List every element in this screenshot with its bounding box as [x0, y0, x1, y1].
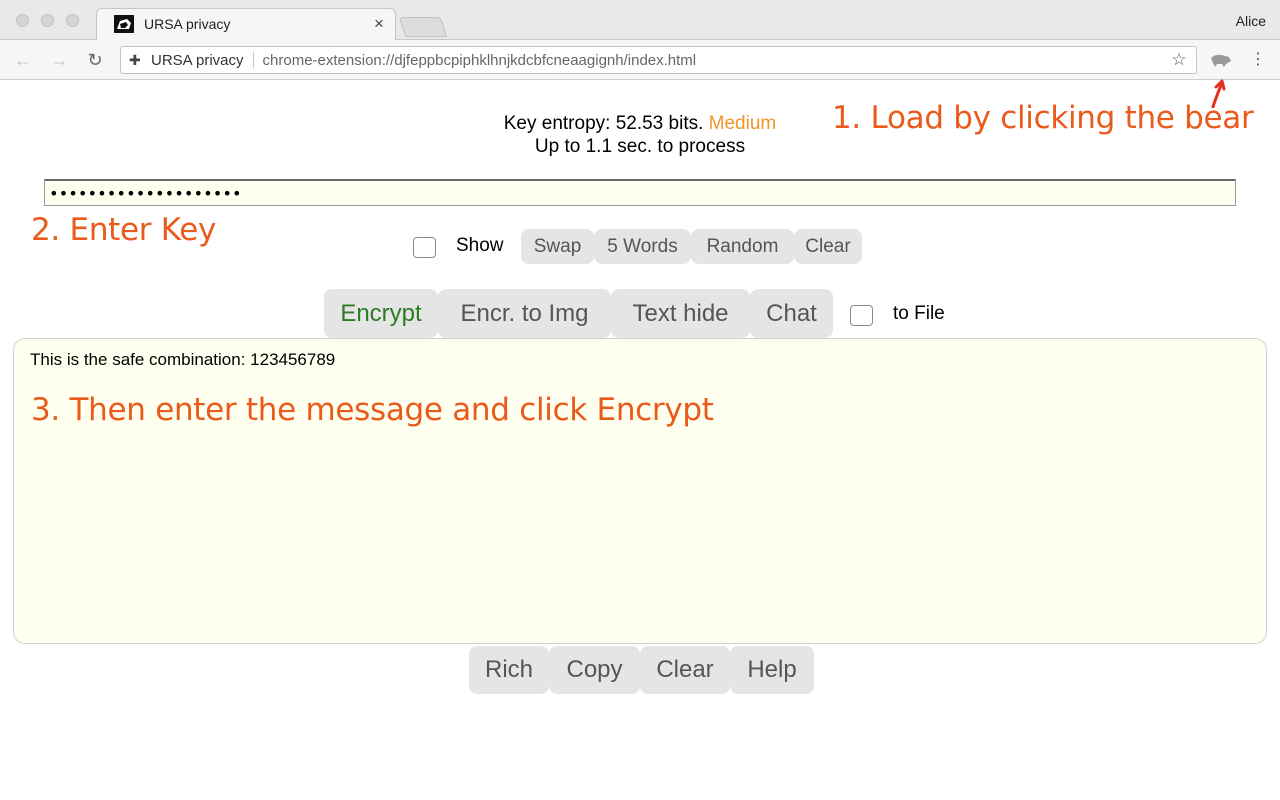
annotation-step-2: 2. Enter Key [31, 212, 217, 248]
five-words-button[interactable]: 5 Words [594, 229, 691, 264]
copy-button[interactable]: Copy [549, 646, 640, 694]
reload-icon[interactable]: ↻ [84, 49, 106, 71]
kebab-menu-icon[interactable]: ⋮ [1250, 49, 1266, 71]
address-separator [252, 52, 254, 68]
browser-titlebar: URSA privacy × Alice [0, 0, 1280, 41]
rich-button[interactable]: Rich [469, 646, 549, 694]
random-button[interactable]: Random [691, 229, 794, 264]
message-text: This is the safe combination: 123456789 [30, 350, 336, 369]
address-url[interactable]: chrome-extension://djfeppbcpiphklhnjkdcb… [263, 52, 1168, 69]
tab-close-icon[interactable]: × [370, 14, 388, 34]
puzzle-icon: ✚ [129, 51, 141, 68]
entropy-line: Key entropy: 52.53 bits. Medium [420, 112, 860, 135]
bear-favicon-icon [114, 15, 134, 33]
clear-key-button[interactable]: Clear [794, 229, 862, 264]
key-entropy-info: Key entropy: 52.53 bits. Medium Up to 1.… [420, 112, 860, 158]
bookmark-star-icon[interactable]: ☆ [1168, 50, 1190, 70]
entropy-text: Key entropy: 52.53 bits. [503, 113, 704, 134]
bear-extension-icon[interactable] [1209, 52, 1233, 68]
chat-button[interactable]: Chat [750, 289, 833, 338]
browser-toolbar: ← → ↻ ✚ URSA privacy chrome-extension://… [0, 40, 1280, 80]
back-arrow-icon[interactable]: ← [12, 49, 34, 71]
swap-button[interactable]: Swap [521, 229, 594, 264]
entropy-level: Medium [708, 113, 777, 134]
new-tab-button[interactable] [398, 17, 448, 37]
window-minimize-button[interactable] [41, 14, 54, 27]
process-time-text: Up to 1.1 sec. to process [534, 136, 746, 157]
show-key-checkbox[interactable] [413, 237, 436, 258]
to-file-label: to File [893, 303, 945, 324]
message-textarea[interactable] [13, 338, 1267, 644]
window-close-button[interactable] [16, 14, 29, 27]
show-key-label: Show [456, 235, 504, 256]
text-hide-button[interactable]: Text hide [611, 289, 750, 338]
browser-tab-content: URSA privacy × [112, 8, 392, 40]
annotation-step-1: 1. Load by clicking the bear [832, 100, 1254, 136]
key-input[interactable] [44, 179, 1236, 206]
to-file-checkbox[interactable] [850, 305, 873, 326]
clear-message-button[interactable]: Clear [640, 646, 730, 694]
address-site-name: URSA privacy [151, 51, 244, 69]
annotation-step-3: 3. Then enter the message and click Encr… [31, 392, 714, 428]
address-bar[interactable]: ✚ URSA privacy chrome-extension://djfepp… [120, 46, 1197, 74]
forward-arrow-icon[interactable]: → [48, 49, 70, 71]
window-zoom-button[interactable] [66, 14, 79, 27]
encrypt-to-image-button[interactable]: Encr. to Img [438, 289, 611, 338]
help-button[interactable]: Help [730, 646, 814, 694]
tab-title: URSA privacy [144, 16, 231, 32]
encrypt-button[interactable]: Encrypt [324, 289, 438, 338]
profile-name[interactable]: Alice [1236, 13, 1266, 29]
